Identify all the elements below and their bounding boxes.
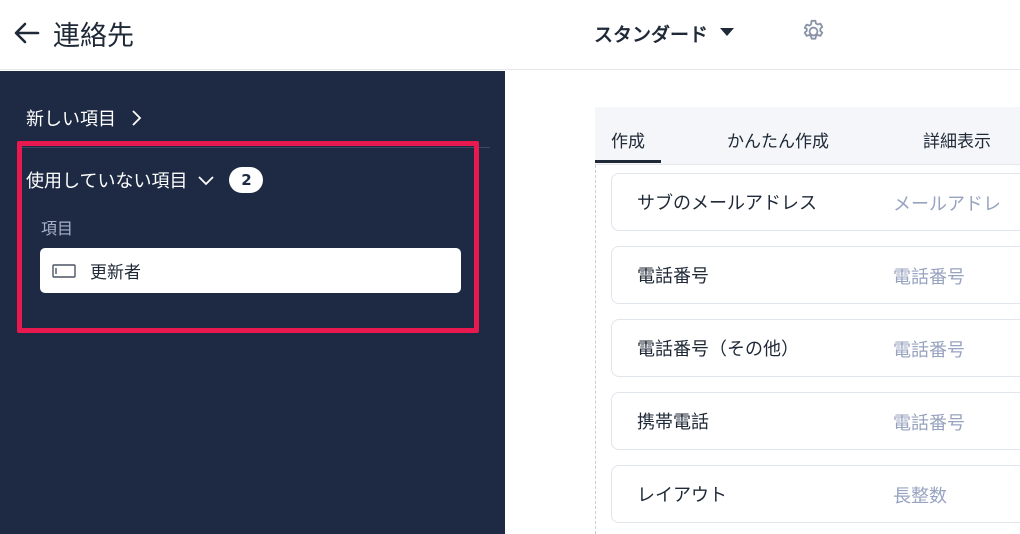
field-label: 携帯電話 — [637, 412, 709, 433]
tab-detail-view[interactable]: 詳細表示 — [923, 127, 991, 152]
field-label: 電話番号 — [637, 266, 709, 287]
layout-tabs: 作成 かんたん作成 詳細表示 — [595, 107, 1020, 165]
new-items-toggle[interactable]: 新しい項目 — [26, 105, 142, 131]
unused-count-badge: 2 — [229, 167, 264, 193]
back-arrow-icon[interactable] — [12, 18, 42, 48]
sidebar-divider — [22, 147, 490, 148]
tab-quick-create[interactable]: かんたん作成 — [727, 127, 829, 152]
form-field-row[interactable]: 電話番号（その他） 電話番号 — [611, 319, 1020, 377]
chevron-right-icon — [132, 110, 142, 126]
text-field-icon — [52, 263, 76, 278]
field-label: 電話番号（その他） — [637, 339, 799, 360]
form-field-row[interactable]: レイアウト 長整数 — [611, 465, 1020, 523]
form-field-row[interactable]: 電話番号 電話番号 — [611, 246, 1020, 304]
unused-field-item[interactable]: 更新者 — [40, 248, 461, 293]
field-label: サブのメールアドレス — [637, 193, 817, 214]
chevron-down-icon — [198, 176, 215, 186]
section-label: 項目 — [41, 219, 74, 238]
field-placeholder: メールアドレ — [893, 194, 1001, 215]
layout-view-dropdown[interactable]: スタンダード — [594, 20, 735, 47]
app-header: 連絡先 スタンダード — [0, 0, 1020, 70]
dropdown-caret-icon — [720, 27, 735, 36]
page-title: 連絡先 — [53, 21, 134, 52]
field-placeholder: 電話番号 — [893, 413, 965, 434]
gear-icon[interactable] — [800, 18, 827, 45]
layout-editor: 作成 かんたん作成 詳細表示 サブのメールアドレス メールアドレ 電話番号 電話… — [505, 71, 1020, 534]
form-field-row[interactable]: 携帯電話 電話番号 — [611, 392, 1020, 450]
field-palette-sidebar: 新しい項目 使用していない項目 2 項目 更新者 — [0, 71, 505, 534]
field-placeholder: 電話番号 — [893, 267, 965, 288]
layout-view-label: スタンダード — [594, 24, 709, 46]
unused-items-label: 使用していない項目 — [26, 171, 188, 192]
field-placeholder: 電話番号 — [893, 340, 965, 361]
unused-items-toggle[interactable]: 使用していない項目 2 — [26, 167, 264, 193]
tab-create[interactable]: 作成 — [595, 127, 661, 163]
field-label: レイアウト — [637, 485, 727, 506]
form-field-row[interactable]: サブのメールアドレス メールアドレ — [611, 173, 1020, 231]
field-placeholder: 長整数 — [893, 486, 947, 507]
unused-field-label: 更新者 — [90, 263, 141, 283]
new-items-label: 新しい項目 — [26, 109, 116, 130]
